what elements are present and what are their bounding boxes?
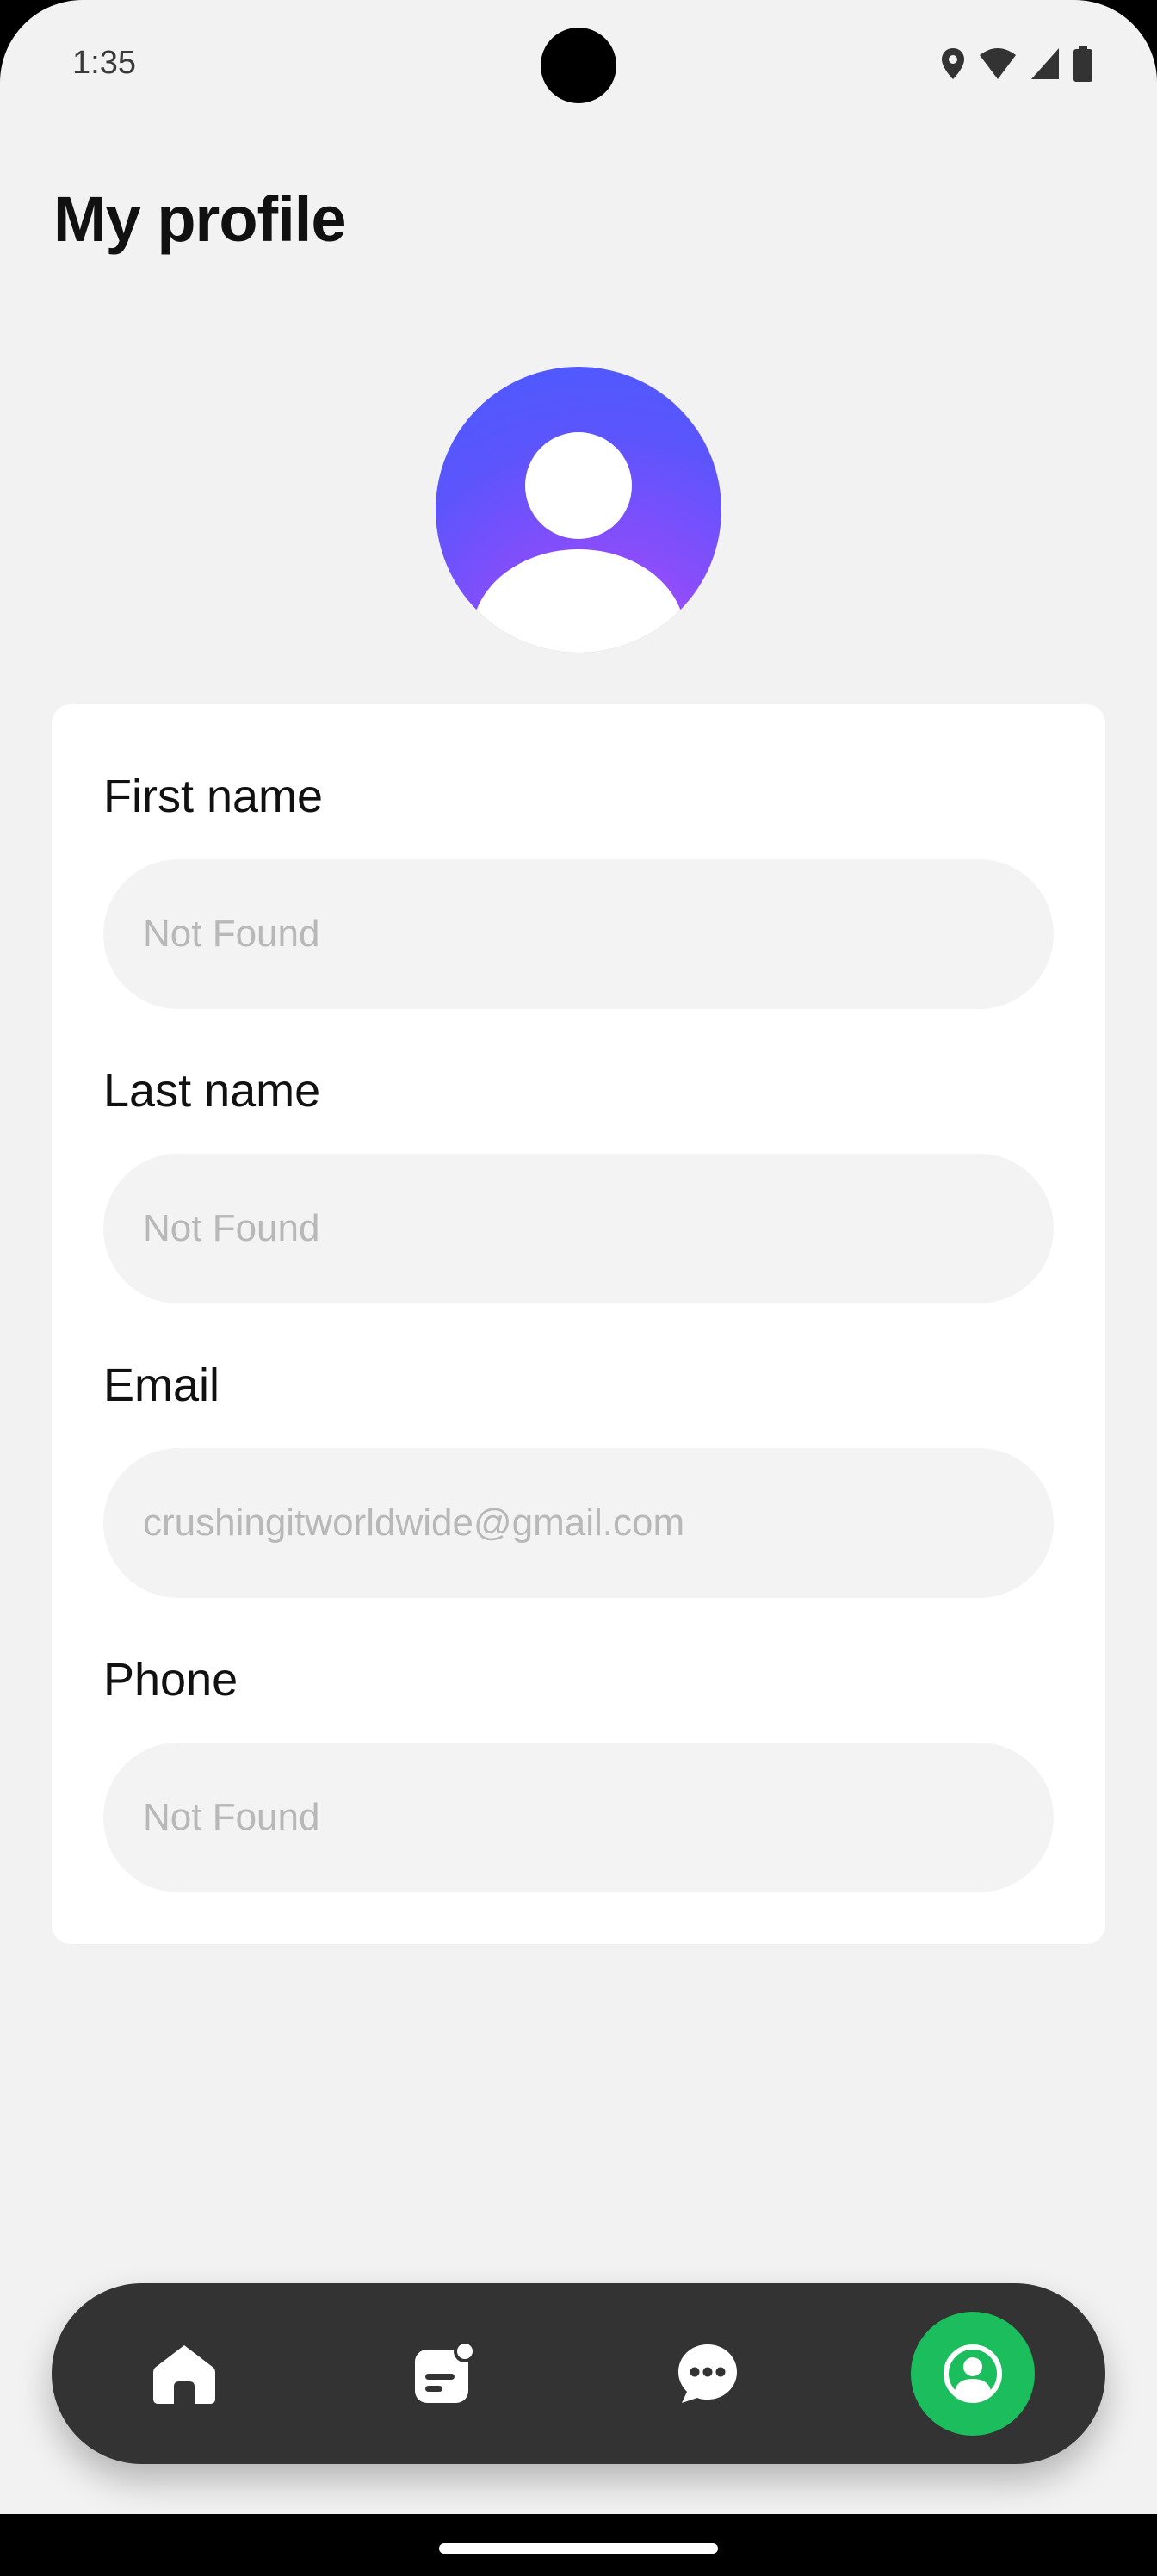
signal-icon: [1030, 46, 1061, 81]
first-name-label: First name: [103, 771, 324, 822]
user-avatar-icon: [472, 432, 685, 653]
camera-cutout: [541, 28, 616, 103]
last-name-field[interactable]: Not Found: [103, 1154, 1054, 1303]
status-time: 1:35: [72, 45, 136, 81]
chat-icon: [678, 2344, 737, 2403]
nav-chat-button[interactable]: [646, 2312, 770, 2436]
first-name-field[interactable]: Not Found: [103, 859, 1054, 1009]
home-icon: [153, 2345, 215, 2404]
status-icons: [940, 45, 1093, 83]
last-name-label: Last name: [103, 1065, 321, 1117]
avatar[interactable]: [436, 367, 721, 653]
battery-icon: [1073, 46, 1093, 82]
status-bar: 1:35: [0, 0, 1157, 129]
profile-icon: [944, 2344, 1002, 2403]
screen: 1:35 My profile First name Not Found Las…: [0, 0, 1157, 2514]
email-label: Email: [103, 1359, 220, 1411]
nav-home-button[interactable]: [122, 2312, 246, 2436]
nav-notes-button[interactable]: [382, 2312, 506, 2436]
email-field[interactable]: crushingitworldwide@gmail.com: [103, 1448, 1054, 1598]
page-title: My profile: [53, 183, 346, 255]
wifi-icon: [978, 46, 1018, 81]
phone-field[interactable]: Not Found: [103, 1743, 1054, 1892]
phone-label: Phone: [103, 1654, 238, 1706]
profile-card: First name Not Found Last name Not Found…: [52, 704, 1105, 1944]
notes-icon: [415, 2341, 476, 2403]
nav-profile-button[interactable]: [911, 2312, 1035, 2436]
bottom-nav: [52, 2283, 1105, 2464]
location-icon: [940, 46, 966, 81]
home-indicator[interactable]: [439, 2543, 718, 2554]
